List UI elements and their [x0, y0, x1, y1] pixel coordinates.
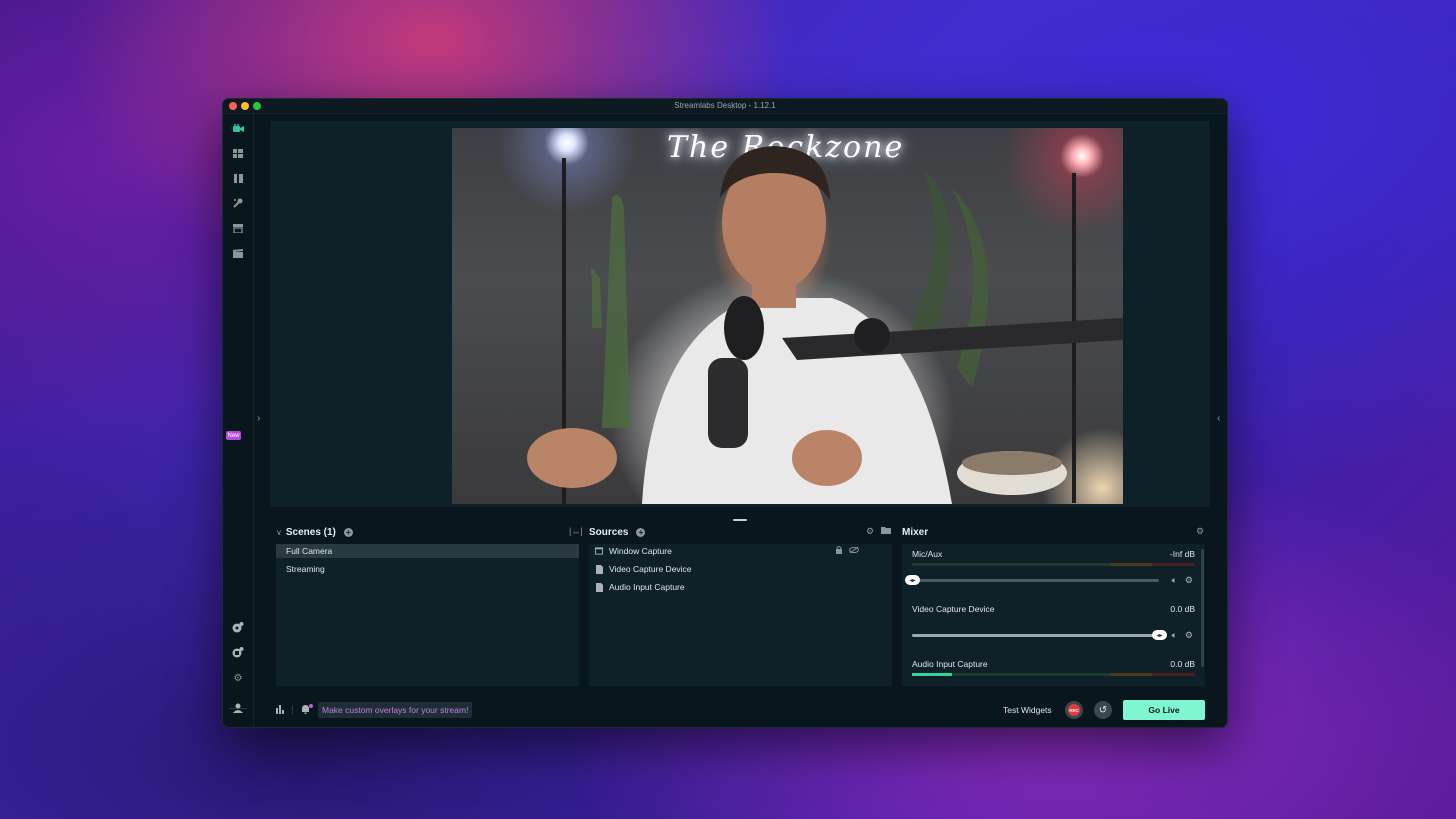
- notification-dot: [309, 704, 313, 708]
- editor-icon[interactable]: [231, 121, 245, 135]
- file-icon: [595, 564, 603, 574]
- theme-icon[interactable]: [231, 171, 245, 185]
- source-label: Window Capture: [609, 546, 672, 556]
- scenes-header: ∨ Scenes (1) +: [276, 525, 353, 539]
- promo-message[interactable]: Make custom overlays for your stream!: [318, 702, 473, 718]
- scenes-panel: Full Camera Streaming: [276, 544, 579, 686]
- add-scene-icon[interactable]: +: [343, 527, 353, 537]
- scenes-title: Scenes (1): [285, 526, 336, 538]
- mixer-source-name: Mic/Aux: [912, 549, 943, 559]
- mixer-item-mic-aux: Mic/Aux -Inf dB ◂▸ 🔈︎ ⚙: [905, 549, 1195, 599]
- window-icon: [595, 547, 603, 556]
- mixer-panel: Mic/Aux -Inf dB ◂▸ 🔈︎ ⚙ Video Capture De…: [902, 544, 1205, 686]
- mixer-item-audio-input-capture: Audio Input Capture 0.0 dB: [912, 659, 1195, 686]
- file-icon: [595, 582, 603, 592]
- preview-scene-illustration: [527, 146, 1123, 504]
- app-window: Streamlabs Desktop - 1.12.1 New ⚙ › ‹ Th…: [222, 98, 1228, 728]
- footer-divider: [292, 705, 293, 715]
- visibility-hidden-icon[interactable]: [849, 546, 859, 556]
- panel-resize-handle[interactable]: [733, 519, 747, 521]
- volume-meter: [912, 563, 1195, 566]
- scene-transitions-icon[interactable]: |↔|: [569, 526, 583, 536]
- footer-bar: Make custom overlays for your stream! Te…: [270, 696, 1209, 725]
- expand-right-panel-icon[interactable]: ‹: [1217, 413, 1220, 424]
- cloudbot-icon[interactable]: [231, 645, 245, 659]
- chevron-down-icon[interactable]: ∨: [276, 528, 282, 537]
- mixer-db-value: 0.0 dB: [1170, 604, 1195, 614]
- add-source-icon[interactable]: +: [636, 527, 646, 537]
- mixer-settings-icon[interactable]: ⚙: [1196, 526, 1204, 537]
- test-widgets-button[interactable]: Test Widgets: [1003, 705, 1052, 715]
- stream-preview[interactable]: The Rockzone: [452, 128, 1123, 504]
- sources-header: Sources +: [589, 525, 646, 539]
- add-folder-icon[interactable]: [881, 526, 891, 536]
- source-item-video-capture-device[interactable]: Video Capture Device: [589, 562, 892, 576]
- speaker-icon[interactable]: 🔈︎: [1172, 575, 1177, 586]
- record-button[interactable]: REC: [1065, 701, 1083, 719]
- speaker-icon[interactable]: 🔈︎: [1172, 630, 1177, 641]
- meter-level: [912, 673, 952, 676]
- volume-meter: [912, 673, 1195, 676]
- preview-area: The Rockzone: [270, 121, 1210, 507]
- app-store-icon[interactable]: [231, 196, 245, 210]
- title-bar: Streamlabs Desktop - 1.12.1: [223, 99, 1227, 114]
- sidebar: New ⚙: [223, 114, 254, 727]
- source-label: Audio Input Capture: [609, 582, 685, 592]
- layout-icon[interactable]: [231, 146, 245, 160]
- mixer-header: Mixer: [902, 525, 928, 539]
- slider-knob[interactable]: ◂▸: [1152, 630, 1167, 640]
- new-badge: New: [226, 431, 241, 440]
- slider-knob[interactable]: ◂▸: [905, 575, 920, 585]
- source-filters-icon[interactable]: ⚙: [866, 526, 874, 537]
- expand-left-panel-icon[interactable]: ›: [257, 413, 260, 424]
- mixer-db-value: -Inf dB: [1169, 549, 1195, 559]
- gear-icon[interactable]: ⚙: [1185, 575, 1193, 586]
- source-item-audio-input-capture[interactable]: Audio Input Capture: [589, 580, 892, 594]
- mixer-scrollbar[interactable]: [1201, 549, 1204, 667]
- lock-icon[interactable]: [836, 546, 842, 556]
- replay-buffer-icon[interactable]: ↺: [1094, 701, 1112, 719]
- sources-title: Sources: [589, 526, 629, 538]
- scene-item-streaming[interactable]: Streaming: [276, 562, 579, 576]
- mixer-source-name: Video Capture Device: [912, 604, 995, 614]
- volume-slider[interactable]: ◂▸: [905, 575, 1159, 585]
- source-label: Video Capture Device: [609, 564, 692, 574]
- scene-item-full-camera[interactable]: Full Camera: [276, 544, 579, 558]
- performance-stats-icon[interactable]: [276, 705, 285, 717]
- go-live-button[interactable]: Go Live: [1123, 700, 1205, 720]
- window-title: Streamlabs Desktop - 1.12.1: [674, 101, 776, 110]
- profile-icon[interactable]: [231, 701, 245, 715]
- store-icon[interactable]: [231, 221, 245, 235]
- gear-icon[interactable]: ⚙: [1185, 630, 1193, 641]
- mixer-item-video-capture-device: Video Capture Device 0.0 dB ◂▸ 🔈︎ ⚙: [912, 604, 1195, 654]
- slider-fill: [912, 634, 1159, 637]
- mixer-title: Mixer: [902, 526, 929, 538]
- mixer-source-name: Audio Input Capture: [912, 659, 988, 669]
- highlighter-icon[interactable]: [231, 246, 245, 260]
- volume-slider[interactable]: ◂▸: [912, 630, 1167, 640]
- sources-panel: Window Capture Video Capture Device Audi…: [589, 544, 892, 686]
- dashboard-icon[interactable]: [231, 620, 245, 634]
- settings-icon[interactable]: ⚙: [231, 672, 245, 686]
- mixer-db-value: 0.0 dB: [1170, 659, 1195, 669]
- source-item-window-capture[interactable]: Window Capture: [589, 544, 892, 558]
- rec-label: REC: [1068, 704, 1080, 716]
